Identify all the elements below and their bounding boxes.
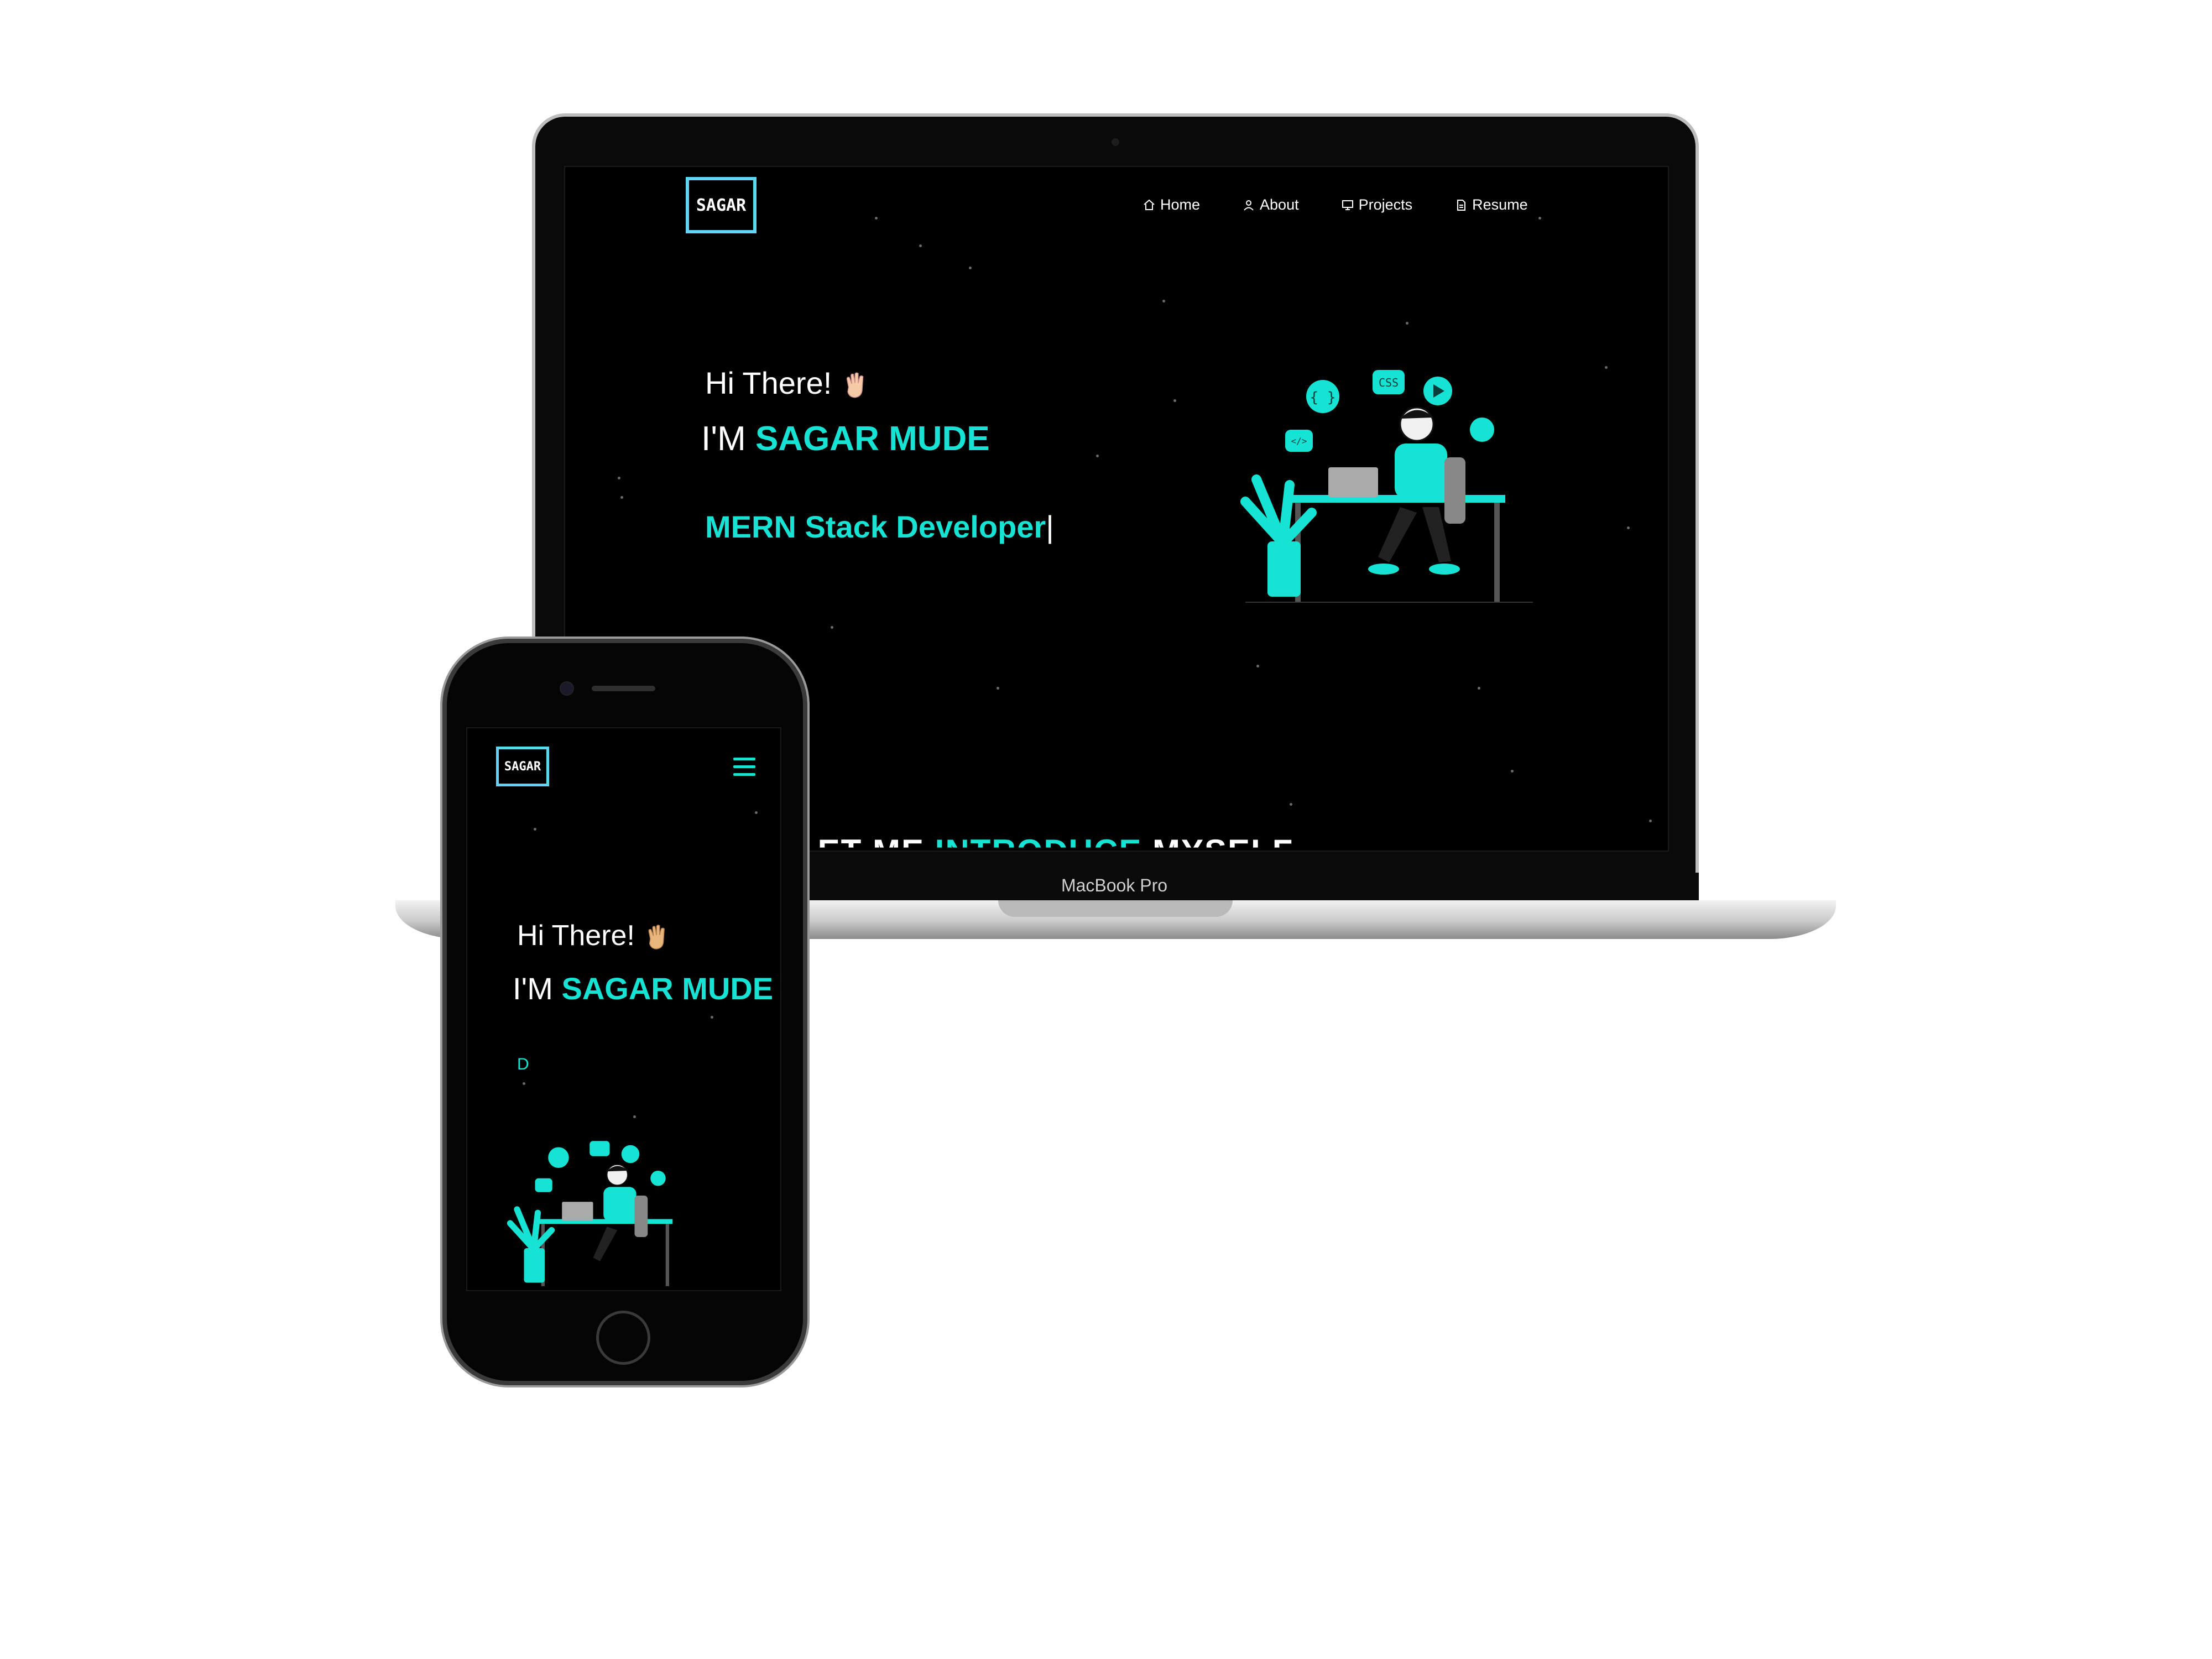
badge-code: </>	[1291, 436, 1307, 446]
star	[1096, 455, 1099, 457]
star	[618, 477, 620, 479]
mobile-hero-name: SAGAR MUDE	[561, 971, 774, 1006]
nav-about[interactable]: About	[1242, 196, 1299, 213]
greeting-text: Hi There!	[705, 366, 832, 400]
star	[919, 244, 922, 247]
star	[1256, 665, 1259, 667]
waving-hand-icon	[846, 372, 864, 398]
mobile-hero-intro: I'M SAGAR MUDE	[513, 971, 773, 1006]
device-label: MacBook Pro	[1061, 875, 1168, 895]
star	[534, 828, 536, 831]
star	[831, 626, 833, 629]
mobile-site-logo[interactable]: SAGAR	[496, 747, 549, 786]
star	[1627, 526, 1630, 529]
star	[997, 687, 999, 690]
star	[875, 217, 878, 220]
nav-resume[interactable]: Resume	[1454, 196, 1528, 213]
phone-home-button[interactable]	[596, 1311, 650, 1365]
star	[1162, 300, 1165, 302]
star	[1173, 399, 1176, 402]
star	[620, 496, 623, 499]
mobile-hero-greeting: Hi There!	[517, 919, 674, 953]
phone-speaker	[592, 686, 655, 691]
site-logo[interactable]: SAGAR	[686, 177, 757, 233]
document-icon	[1457, 199, 1466, 211]
hero-role: MERN Stack Developer|	[705, 509, 1054, 545]
nav-home-label: Home	[1160, 196, 1201, 213]
developer-illustration-mobile	[507, 1141, 673, 1286]
nav-projects[interactable]: Projects	[1341, 196, 1413, 213]
star	[1605, 366, 1608, 369]
star	[1478, 687, 1480, 690]
star	[523, 1082, 525, 1085]
nav-resume-label: Resume	[1472, 196, 1528, 213]
user-icon	[1244, 200, 1254, 211]
star	[711, 1016, 713, 1019]
star	[1649, 820, 1652, 822]
developer-illustration: { } CSS </>	[1240, 370, 1533, 603]
star	[1511, 770, 1514, 773]
star	[633, 1115, 636, 1118]
waving-hand-icon	[648, 925, 665, 950]
role-text: MERN Stack Developer	[705, 509, 1046, 544]
home-icon	[1144, 199, 1155, 210]
laptop-camera	[1112, 138, 1119, 146]
laptop-notch	[998, 900, 1233, 917]
intro-prefix: I'M	[701, 420, 746, 458]
nav-about-label: About	[1260, 196, 1299, 213]
badge-css: CSS	[1379, 376, 1399, 389]
main-nav: Home About Projects Resume	[1142, 196, 1528, 213]
hero-name: SAGAR MUDE	[755, 420, 990, 458]
star	[755, 811, 758, 814]
nav-projects-label: Projects	[1358, 196, 1413, 213]
hero-greeting: Hi There!	[705, 365, 873, 401]
star	[1290, 803, 1292, 806]
mobile-intro-prefix: I'M	[513, 971, 553, 1006]
nav-home[interactable]: Home	[1142, 196, 1200, 213]
phone-camera	[560, 681, 574, 696]
hamburger-icon[interactable]	[733, 758, 755, 776]
projects-icon	[1342, 200, 1353, 210]
mobile-hero-role: D	[517, 1055, 529, 1073]
hero-intro: I'M SAGAR MUDE	[701, 419, 990, 458]
badge-braces: { }	[1310, 389, 1336, 406]
star	[1406, 322, 1408, 325]
mobile-greeting-text: Hi There!	[517, 920, 635, 952]
star	[969, 267, 972, 269]
typing-cursor: |	[1046, 509, 1054, 544]
phone-screen	[466, 727, 781, 1291]
star	[1538, 217, 1541, 220]
